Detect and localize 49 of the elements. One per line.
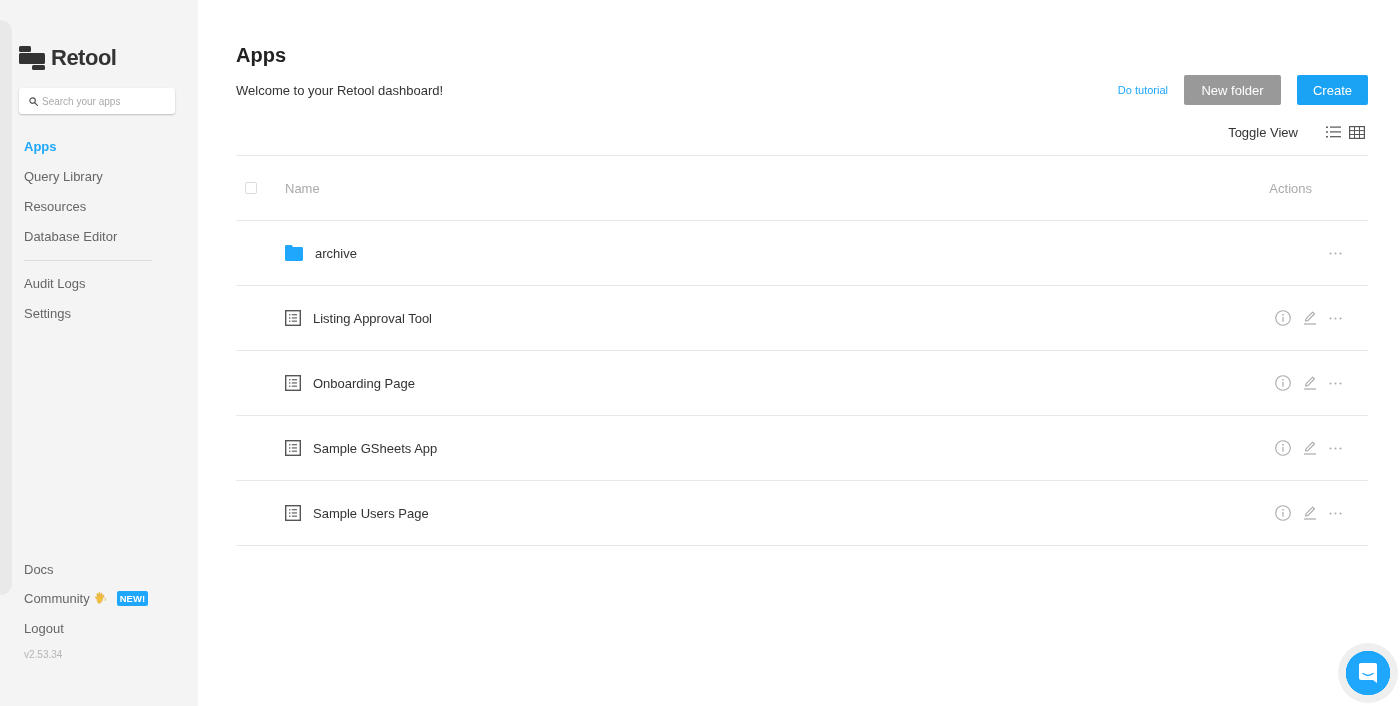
toggle-view-label: Toggle View	[1228, 124, 1298, 140]
nav-link[interactable]: Query Library	[24, 162, 103, 192]
folder-name[interactable]: archive	[315, 245, 357, 261]
info-icon[interactable]	[1275, 440, 1291, 456]
logo-icon	[19, 46, 45, 70]
grid-view-icon[interactable]	[1349, 125, 1365, 139]
app-document-icon	[285, 505, 301, 521]
search-field[interactable]: Search your apps	[19, 88, 175, 114]
app-document-icon	[285, 310, 301, 326]
logo-text: Retool	[51, 46, 117, 70]
app-name[interactable]: Listing Approval Tool	[313, 310, 432, 326]
app-name[interactable]: Sample Users Page	[313, 505, 429, 521]
edit-icon[interactable]	[1303, 311, 1317, 325]
welcome-text: Welcome to your Retool dashboard!	[236, 82, 444, 98]
footer-link[interactable]: Docs	[24, 561, 54, 577]
new-badge: NEW!	[116, 591, 149, 607]
nav-link[interactable]: Database Editor	[24, 222, 118, 252]
info-icon[interactable]	[1275, 310, 1291, 326]
info-icon[interactable]	[1275, 505, 1291, 521]
footer-link[interactable]: Logout	[24, 620, 64, 636]
list-view-icon[interactable]	[1326, 126, 1341, 138]
more-icon[interactable]	[1329, 511, 1342, 515]
column-header: Actions	[1269, 180, 1312, 196]
nav-link[interactable]: Resources	[24, 192, 87, 222]
more-icon[interactable]	[1329, 251, 1342, 255]
search-icon	[29, 96, 38, 106]
chat-icon	[1359, 663, 1377, 683]
footer-link[interactable]: Community	[24, 591, 107, 607]
nav-link[interactable]: Settings	[24, 299, 71, 329]
app-name[interactable]: Sample GSheets App	[313, 440, 438, 456]
create-button[interactable]: Create	[1297, 75, 1368, 105]
nav-link[interactable]: Audit Logs	[24, 269, 86, 299]
edit-icon[interactable]	[1303, 441, 1317, 455]
edit-icon[interactable]	[1303, 506, 1317, 520]
more-icon[interactable]	[1329, 316, 1342, 320]
more-icon[interactable]	[1329, 381, 1342, 385]
waving-hand-icon	[93, 592, 107, 606]
info-icon[interactable]	[1275, 375, 1291, 391]
select-all-checkbox[interactable]	[245, 182, 257, 194]
new-folder-button[interactable]: New folder	[1184, 75, 1281, 105]
app-document-icon	[285, 375, 301, 391]
edit-icon[interactable]	[1303, 376, 1317, 390]
folder-icon	[285, 245, 303, 261]
app-document-icon	[285, 440, 301, 456]
column-header: Name	[285, 180, 320, 196]
more-icon[interactable]	[1329, 446, 1342, 450]
app-name[interactable]: Onboarding Page	[313, 375, 415, 391]
page-title: Apps	[236, 43, 286, 67]
version-label: v2.53.34	[24, 648, 63, 662]
